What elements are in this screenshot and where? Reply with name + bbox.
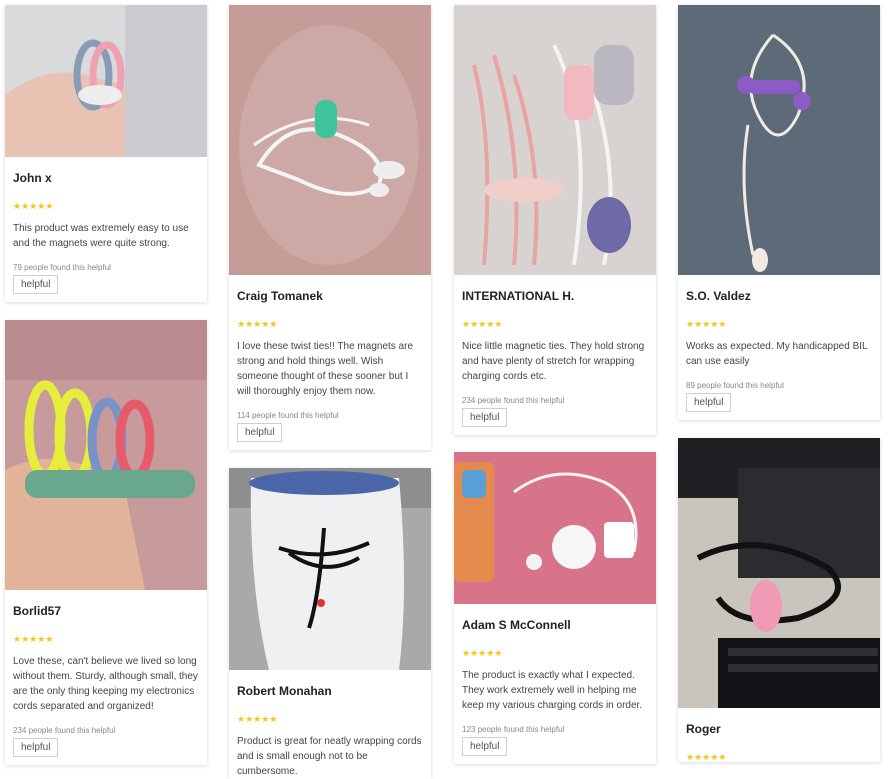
review-card: Borlid57 ★★★★★ Love these, can't believe…	[5, 320, 207, 765]
reviewer-name: S.O. Valdez	[686, 289, 751, 303]
review-text: Works as expected. My handicapped BIL ca…	[686, 341, 868, 367]
review-card: John x ★★★★★ This product was extremely …	[5, 5, 207, 302]
review-text: Love these, can't believe we lived so lo…	[13, 656, 198, 712]
helpful-count: 89 people found this helpful	[686, 381, 784, 390]
review-photo[interactable]	[454, 5, 656, 275]
review-photo[interactable]	[454, 452, 656, 604]
reviewer-name: INTERNATIONAL H.	[462, 289, 575, 303]
review-card: Roger ★★★★★	[678, 438, 880, 762]
helpful-button[interactable]: helpful	[13, 738, 59, 757]
helpful-button[interactable]: helpful	[237, 423, 283, 442]
helpful-button[interactable]: helpful	[462, 408, 508, 427]
star-rating: ★★★★★	[462, 319, 503, 329]
review-card: S.O. Valdez ★★★★★ Works as expected. My …	[678, 5, 880, 420]
star-rating: ★★★★★	[462, 648, 503, 658]
star-rating: ★★★★★	[237, 714, 278, 724]
helpful-count: 79 people found this helpful	[13, 263, 111, 272]
star-rating: ★★★★★	[686, 752, 727, 762]
review-photo[interactable]	[5, 320, 207, 590]
reviewer-name: Craig Tomanek	[237, 289, 323, 303]
helpful-count: 123 people found this helpful	[462, 725, 565, 734]
review-card: Adam S McConnell ★★★★★ The product is ex…	[454, 452, 656, 764]
helpful-button[interactable]: helpful	[13, 275, 59, 294]
review-card: Craig Tomanek ★★★★★ I love these twist t…	[229, 5, 431, 450]
review-text: Product is great for neatly wrapping cor…	[237, 736, 422, 777]
review-photo[interactable]	[678, 438, 880, 708]
review-card: INTERNATIONAL H. ★★★★★ Nice little magne…	[454, 5, 656, 435]
review-photo[interactable]	[5, 5, 207, 157]
review-text: Nice little magnetic ties. They hold str…	[462, 341, 645, 382]
review-photo[interactable]	[678, 5, 880, 275]
star-rating: ★★★★★	[686, 319, 727, 329]
helpful-count: 234 people found this helpful	[462, 396, 565, 405]
review-card: Robert Monahan ★★★★★ Product is great fo…	[229, 468, 431, 779]
reviewer-name: Borlid57	[13, 604, 62, 618]
reviewer-name: Adam S McConnell	[462, 618, 571, 632]
star-rating: ★★★★★	[13, 634, 54, 644]
helpful-count: 114 people found this helpful	[237, 411, 339, 420]
review-text: I love these twist ties!! The magnets ar…	[237, 341, 414, 397]
helpful-button[interactable]: helpful	[686, 393, 732, 412]
review-text: The product is exactly what I expected. …	[462, 670, 643, 711]
star-rating: ★★★★★	[237, 319, 278, 329]
reviewer-name: Robert Monahan	[237, 684, 332, 698]
reviewer-name: John x	[13, 171, 52, 185]
review-photo[interactable]	[229, 5, 431, 275]
star-rating: ★★★★★	[13, 201, 54, 211]
review-photo[interactable]	[229, 468, 431, 670]
review-text: This product was extremely easy to use a…	[13, 223, 189, 249]
reviewer-name: Roger	[686, 722, 721, 736]
helpful-button[interactable]: helpful	[462, 737, 508, 756]
helpful-count: 234 people found this helpful	[13, 726, 116, 735]
